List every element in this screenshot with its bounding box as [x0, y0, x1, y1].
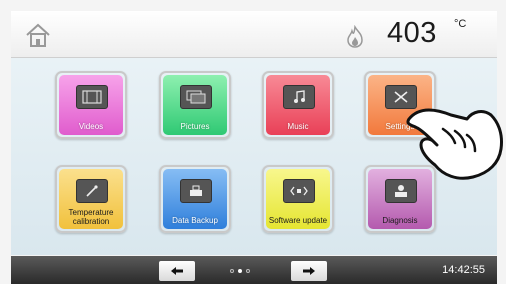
- update-icon: [283, 179, 315, 203]
- page-dot-active: [238, 269, 242, 273]
- page-indicator: [230, 269, 250, 273]
- page-dot: [230, 269, 234, 273]
- tile-diagnosis-label: Diagnosis: [382, 216, 418, 225]
- tile-videos[interactable]: Videos: [55, 71, 127, 139]
- pointing-hand-icon: [406, 108, 503, 180]
- clock: 14:42:55: [442, 264, 485, 276]
- previous-page-button[interactable]: [159, 261, 195, 281]
- tile-pictures-label: Pictures: [180, 122, 210, 131]
- pictures-icon: [180, 85, 212, 109]
- tile-temperature-calibration[interactable]: Temperature calibration: [55, 165, 127, 233]
- tile-music-label: Music: [287, 122, 309, 131]
- flame-icon: [347, 25, 363, 48]
- arrow-left-icon: [171, 267, 183, 275]
- tile-data-backup-label: Data Backup: [172, 216, 218, 225]
- navigation-bar: 14:42:55: [11, 256, 497, 284]
- video-icon: [76, 85, 108, 109]
- tile-music[interactable]: Music: [262, 71, 334, 139]
- home-icon[interactable]: [25, 22, 51, 48]
- temperature-value: 403: [387, 17, 437, 49]
- tile-software-update-label: Software update: [268, 216, 328, 225]
- usb-icon: [180, 179, 212, 203]
- tile-temperature-calibration-label: Temperature calibration: [68, 208, 114, 226]
- tile-pictures[interactable]: Pictures: [159, 71, 231, 139]
- screen: 403 °C Videos Pictures Music Settings Te…: [0, 0, 506, 284]
- next-page-button[interactable]: [291, 261, 327, 281]
- music-icon: [283, 85, 315, 109]
- tile-software-update[interactable]: Software update: [262, 165, 334, 233]
- temperature-unit: °C: [454, 18, 467, 30]
- probe-icon: [76, 179, 108, 203]
- page-dot: [246, 269, 250, 273]
- arrow-right-icon: [303, 267, 315, 275]
- tile-videos-label: Videos: [78, 122, 104, 131]
- tile-data-backup[interactable]: Data Backup: [159, 165, 231, 233]
- status-bar: 403 °C: [11, 11, 497, 58]
